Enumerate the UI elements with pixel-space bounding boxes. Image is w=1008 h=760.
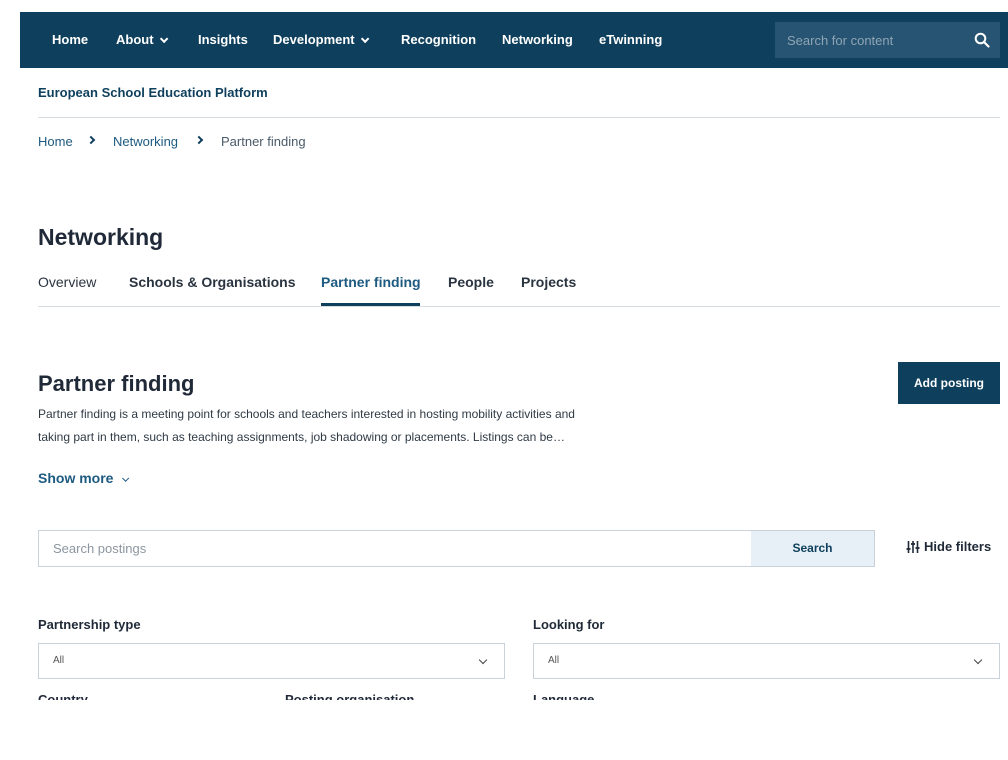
- chevron-down-icon: [478, 655, 488, 665]
- tab-overview[interactable]: Overview: [38, 274, 96, 290]
- top-navigation: Home About Insights Development Recognit…: [20, 12, 1008, 68]
- partnership-type-value: All: [53, 655, 65, 666]
- tab-projects[interactable]: Projects: [521, 274, 576, 290]
- add-posting-button[interactable]: Add posting: [898, 362, 1000, 404]
- hide-filters-label: Hide filters: [924, 539, 992, 554]
- chevron-down-icon: [122, 474, 130, 482]
- nav-item-label: Development: [273, 32, 355, 47]
- tabs-divider: [38, 306, 1000, 307]
- search-postings-input[interactable]: [39, 531, 751, 566]
- nav-item-home[interactable]: Home: [52, 12, 88, 68]
- nav-item-recognition[interactable]: Recognition: [401, 12, 476, 68]
- chevron-right-icon: [194, 135, 204, 145]
- posting-organisation-label-text: Posting organisation: [285, 692, 415, 700]
- country-label-text: Country: [38, 692, 88, 700]
- nav-item-label: Insights: [198, 32, 248, 47]
- nav-item-networking[interactable]: Networking: [502, 12, 573, 68]
- nav-item-label: About: [116, 32, 154, 47]
- chevron-down-icon: [973, 655, 983, 665]
- search-icon: [974, 32, 990, 48]
- looking-for-label: Looking for: [533, 617, 605, 632]
- page-description-line-1: Partner finding is a meeting point for s…: [38, 407, 575, 421]
- site-title-link[interactable]: European School Education Platform: [38, 85, 268, 100]
- page-title: Partner finding: [38, 371, 195, 396]
- postings-search: Search: [38, 530, 875, 567]
- search-postings-button[interactable]: Search: [751, 531, 874, 566]
- nav-item-label: Networking: [502, 32, 573, 47]
- section-title: Networking: [38, 224, 164, 250]
- breadcrumb-home[interactable]: Home: [38, 134, 73, 149]
- language-label: Language: [533, 690, 594, 700]
- breadcrumb-networking[interactable]: Networking: [113, 134, 178, 149]
- nav-item-about[interactable]: About: [116, 12, 168, 68]
- tab-people[interactable]: People: [448, 274, 494, 290]
- page-description-line-2: taking part in them, such as teaching as…: [38, 430, 565, 444]
- chevron-right-icon: [86, 135, 96, 145]
- partnership-type-label: Partnership type: [38, 617, 141, 632]
- filter-sliders-icon: [906, 540, 920, 553]
- chevron-down-icon: [159, 34, 168, 44]
- header-divider: [38, 117, 1000, 118]
- looking-for-select[interactable]: All: [533, 643, 1000, 679]
- active-tab-indicator: [321, 303, 420, 306]
- country-label: Country: [38, 690, 88, 700]
- show-more-label: Show more: [38, 470, 114, 486]
- site-search-button[interactable]: [964, 22, 1000, 58]
- tab-partner-finding[interactable]: Partner finding: [321, 274, 421, 290]
- nav-item-development[interactable]: Development: [273, 12, 370, 68]
- nav-item-label: Home: [52, 32, 89, 47]
- breadcrumb-current: Partner finding: [221, 134, 306, 149]
- posting-organisation-label: Posting organisation: [285, 690, 414, 700]
- looking-for-value: All: [548, 655, 560, 666]
- hide-filters-button[interactable]: Hide filters: [906, 539, 991, 554]
- nav-item-label: eTwinning: [599, 32, 663, 47]
- nav-item-etwinning[interactable]: eTwinning: [599, 12, 662, 68]
- site-search-input[interactable]: [775, 22, 964, 58]
- partnership-type-select[interactable]: All: [38, 643, 505, 679]
- show-more-button[interactable]: Show more: [38, 470, 130, 486]
- tab-schools-organisations[interactable]: Schools & Organisations: [129, 274, 295, 290]
- nav-item-label: Recognition: [401, 32, 477, 47]
- language-label-text: Language: [533, 692, 595, 700]
- chevron-down-icon: [360, 34, 370, 44]
- nav-item-insights[interactable]: Insights: [198, 12, 248, 68]
